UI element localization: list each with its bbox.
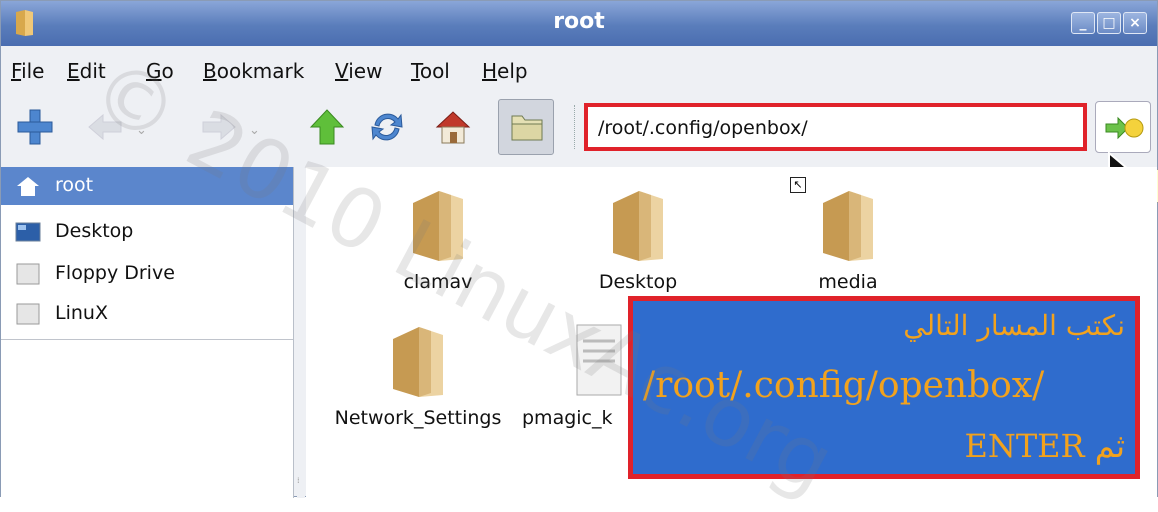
file-manager-window: root _ □ × File Edit Go Bookmark View To… (0, 0, 1158, 512)
instruction-annotation: نكتب المسار التالي /root/.config/openbox… (628, 296, 1140, 479)
menu-help-label: elp (497, 59, 528, 83)
drive-icon (16, 263, 40, 285)
sidebar-item-label: LinuX (55, 302, 108, 324)
sidebar-item-linux[interactable]: LinuX (1, 295, 293, 333)
close-icon: × (1129, 15, 1141, 31)
menu-bookmark-label: ookmark (216, 59, 305, 83)
file-name: Desktop (598, 271, 678, 293)
maximize-button[interactable]: □ (1097, 12, 1121, 34)
desktop-icon (15, 222, 41, 242)
menu-bookmark[interactable]: Bookmark (203, 59, 304, 83)
menu-help[interactable]: Help (482, 59, 528, 83)
menu-view[interactable]: View (335, 59, 382, 83)
file-item-desktop[interactable]: Desktop (558, 181, 718, 293)
folder-icon (823, 191, 873, 261)
sidebar-item-label: Desktop (55, 220, 134, 242)
places-sidebar: root Desktop Floppy Drive LinuX (1, 167, 294, 498)
menu-go-accel: G (146, 59, 162, 83)
back-history-chevron-icon[interactable]: ⌄ (136, 123, 147, 138)
annotation-line-1: نكتب المسار التالي (903, 309, 1125, 342)
close-button[interactable]: × (1123, 12, 1147, 34)
folder-icon (511, 115, 543, 141)
go-button[interactable] (1095, 101, 1151, 153)
home-icon[interactable] (433, 107, 473, 147)
annotation-line-3: ثم ENTER (964, 427, 1125, 465)
toolbar-separator (574, 105, 577, 149)
minimize-icon: _ (1079, 15, 1087, 31)
menu-go-label: o (161, 59, 174, 83)
menu-help-accel: H (482, 59, 498, 83)
maximize-icon: □ (1102, 15, 1116, 31)
file-item-clamav[interactable]: clamav (358, 181, 518, 293)
sidebar-item-root[interactable]: root (1, 167, 293, 205)
file-name: Network_Settings (334, 407, 502, 429)
up-arrow-icon[interactable] (307, 107, 347, 147)
folder-icon (393, 327, 443, 397)
title-bar[interactable]: root _ □ × (1, 1, 1157, 46)
menu-edit[interactable]: Edit (67, 59, 106, 83)
go-arrow-icon (1105, 116, 1144, 140)
folder-view-button[interactable] (498, 99, 554, 155)
file-item-network-settings[interactable]: Network_Settings (328, 317, 508, 429)
folder-icon (613, 191, 663, 261)
sidebar-item-label: Floppy Drive (55, 262, 175, 284)
pane-splitter[interactable] (297, 167, 305, 498)
file-name: clamav (403, 271, 473, 293)
forward-arrow-icon[interactable] (199, 107, 239, 147)
menu-view-accel: V (335, 59, 349, 83)
menu-go[interactable]: Go (146, 59, 174, 83)
text-file-icon (576, 324, 622, 396)
menu-file-label: ile (21, 59, 45, 83)
reload-icon[interactable] (367, 107, 407, 147)
new-tab-plus-icon[interactable] (15, 107, 55, 147)
toolbar: ⌄ ⌄ (1, 93, 1157, 165)
window-title: root (553, 9, 605, 34)
menu-tool-label: ool (419, 59, 450, 83)
menu-bar: File Edit Go Bookmark View Tool Help (1, 47, 1157, 93)
forward-history-chevron-icon[interactable]: ⌄ (249, 123, 260, 138)
menu-file-accel: F (11, 59, 22, 83)
menu-edit-accel: E (67, 59, 80, 83)
location-input[interactable] (596, 113, 1070, 143)
file-item-media[interactable]: media (768, 181, 928, 293)
annotation-path: /root/.config/openbox/ (643, 365, 1045, 406)
drive-icon (16, 303, 40, 325)
splitter-grip[interactable]: ⁞ (297, 477, 305, 485)
menu-tool-accel: T (411, 59, 420, 83)
location-bar[interactable] (584, 103, 1087, 151)
menu-tool[interactable]: Tool (411, 59, 450, 83)
folder-icon (413, 191, 463, 261)
menu-edit-label: dit (79, 59, 106, 83)
sidebar-item-label: root (55, 174, 94, 196)
back-arrow-icon[interactable] (85, 107, 125, 147)
sidebar-item-floppy-drive[interactable]: Floppy Drive (1, 255, 293, 293)
minimize-button[interactable]: _ (1071, 12, 1095, 34)
menu-bookmark-accel: B (203, 59, 217, 83)
file-name: media (818, 271, 878, 293)
menu-file[interactable]: File (11, 59, 44, 83)
home-icon (17, 177, 39, 196)
sidebar-divider (1, 339, 293, 340)
sidebar-item-desktop[interactable]: Desktop (1, 213, 293, 251)
menu-view-label: iew (348, 59, 383, 83)
